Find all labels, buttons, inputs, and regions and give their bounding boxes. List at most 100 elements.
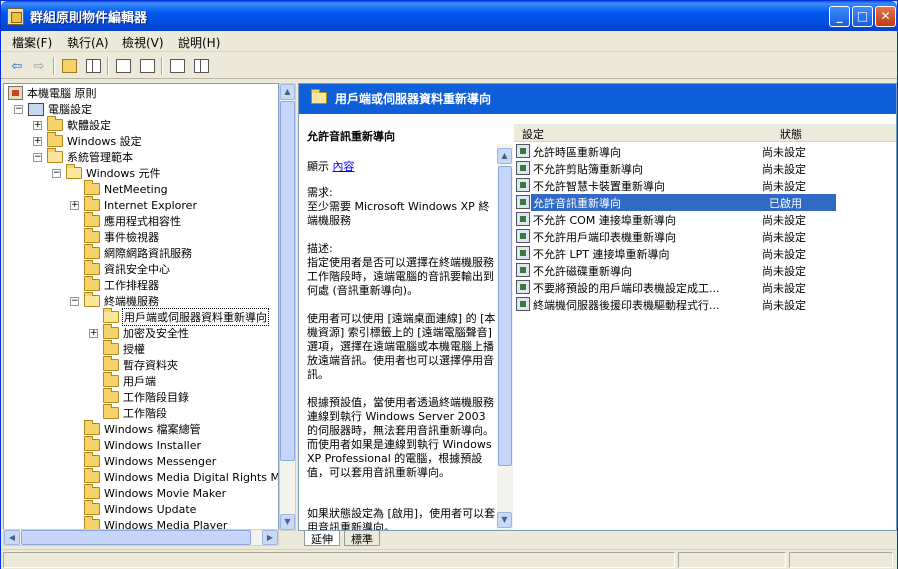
tree-item-netmeeting[interactable]: NetMeeting (84, 180, 168, 197)
tree-item-iis[interactable]: 網際網路資訊服務 (84, 244, 192, 261)
minimize-button[interactable]: _ (829, 6, 850, 27)
column-header-state[interactable]: 狀態 (780, 126, 802, 142)
list-row[interactable]: 不允許剪貼簿重新導向 尚未設定 (514, 160, 896, 177)
tree-label: 軟體設定 (67, 119, 111, 132)
export-list-button[interactable] (137, 56, 157, 76)
menu-action[interactable]: 執行(A) (67, 34, 109, 51)
scrollbar-thumb[interactable] (280, 101, 295, 461)
list-row[interactable]: 不要將預設的用戶端印表機設定成工... 尚未設定 (514, 279, 896, 296)
tree-horizontal-scrollbar[interactable]: ◀ ▶ (3, 529, 279, 546)
folder-icon (84, 420, 100, 435)
tree-label: 工作排程器 (104, 279, 159, 292)
minimize-icon: _ (836, 9, 843, 23)
show-hide-action-pane-button[interactable] (191, 56, 211, 76)
tree-item-windows-installer[interactable]: Windows Installer (84, 436, 201, 453)
properties-button[interactable] (113, 56, 133, 76)
scrollbar-thumb[interactable] (21, 530, 251, 545)
tree-item-windows-update[interactable]: Windows Update (84, 500, 196, 517)
tree-item-session-directory[interactable]: 工作階段目錄 (103, 388, 189, 405)
help-button[interactable] (167, 56, 187, 76)
list-row[interactable]: 不允許磁碟重新導向 尚未設定 (514, 262, 896, 279)
description-scrollbar[interactable]: ▲ ▼ (497, 144, 513, 530)
tree-item-windows-media-drm[interactable]: Windows Media Digital Rights Mana (84, 468, 278, 485)
tree-item-encryption-security[interactable]: 加密及安全性 (103, 324, 189, 341)
scroll-right-icon[interactable]: ▶ (262, 530, 278, 545)
collapse-icon[interactable]: − (33, 153, 42, 162)
column-header-setting[interactable]: 設定 (522, 126, 544, 142)
scroll-left-icon[interactable]: ◀ (4, 530, 20, 545)
tree-item-sessions[interactable]: 工作階段 (103, 404, 167, 421)
maximize-button[interactable]: □ (852, 6, 873, 27)
tree-item-terminal-services[interactable]: 終端機服務 (84, 292, 159, 309)
tree-item-licensing[interactable]: 授權 (103, 340, 145, 357)
expand-icon[interactable]: + (70, 201, 79, 210)
tree-item-software-settings[interactable]: 軟體設定 (47, 116, 111, 133)
list-row-selected[interactable]: 允許音訊重新導向 已啟用 (514, 194, 896, 211)
back-button[interactable]: ⇦ (7, 56, 27, 76)
menu-help[interactable]: 說明(H) (178, 34, 220, 51)
action-pane-icon (193, 59, 209, 73)
close-button[interactable]: ✕ (875, 6, 896, 27)
tree-item-administrative-templates[interactable]: 系統管理範本 (47, 148, 133, 165)
expand-icon[interactable]: + (89, 329, 98, 338)
title-bar[interactable]: 群組原則物件編輯器 _ □ ✕ (1, 1, 897, 31)
properties-link[interactable]: 內容 (333, 160, 355, 173)
list-row[interactable]: 不允許用戶端印表機重新導向 尚未設定 (514, 228, 896, 245)
scroll-down-icon[interactable]: ▼ (497, 512, 512, 528)
collapse-icon[interactable]: − (70, 297, 79, 306)
up-one-level-button[interactable] (59, 56, 79, 76)
gpedit-window: 群組原則物件編輯器 _ □ ✕ 檔案(F) 執行(A) 檢視(V) 說明(H) … (0, 0, 898, 569)
collapse-icon[interactable]: − (52, 169, 61, 178)
tree-item-client[interactable]: 用戶端 (103, 372, 156, 389)
list-row[interactable]: 允許時區重新導向 尚未設定 (514, 143, 896, 160)
tree-item-temporary-folders[interactable]: 暫存資料夾 (103, 356, 178, 373)
list-row[interactable]: 終端機伺服器後援印表機驅動程式行... 尚未設定 (514, 296, 896, 313)
expand-icon[interactable]: + (33, 137, 42, 146)
expand-icon[interactable]: + (33, 121, 42, 130)
list-row[interactable]: 不允許 LPT 連接埠重新導向 尚未設定 (514, 245, 896, 262)
tree-item-windows-movie-maker[interactable]: Windows Movie Maker (84, 484, 226, 501)
setting-name: 允許音訊重新導向 (533, 197, 621, 210)
scrollbar-thumb[interactable] (498, 166, 512, 466)
export-list-icon (139, 59, 155, 73)
tree-item-client-server-redirection[interactable]: 用戶端或伺服器資料重新導向 (103, 308, 269, 326)
tree-label: 用戶端 (123, 375, 156, 388)
tree-item-windows-components[interactable]: Windows 元件 (66, 164, 161, 181)
tree-item-task-scheduler[interactable]: 工作排程器 (84, 276, 159, 293)
folder-icon (103, 324, 119, 339)
list-row[interactable]: 不允許智慧卡裝置重新導向 尚未設定 (514, 177, 896, 194)
tree-item-windows-explorer[interactable]: Windows 檔案總管 (84, 420, 201, 437)
toolbar: ⇦ ⇨ (1, 53, 897, 79)
tree-item-event-viewer[interactable]: 事件檢視器 (84, 228, 159, 245)
menu-file[interactable]: 檔案(F) (12, 34, 52, 51)
tree-item-windows-settings[interactable]: Windows 設定 (47, 132, 142, 149)
setting-name: 不要將預設的用戶端印表機設定成工... (533, 282, 720, 295)
tree-item-windows-messenger[interactable]: Windows Messenger (84, 452, 216, 469)
tree-vertical-scrollbar[interactable]: ▲ ▼ (279, 83, 296, 531)
forward-button[interactable]: ⇨ (29, 56, 49, 76)
forward-arrow-icon: ⇨ (33, 58, 45, 74)
folder-icon (84, 500, 100, 515)
scroll-up-icon[interactable]: ▲ (280, 84, 295, 100)
menu-view[interactable]: 檢視(V) (122, 34, 164, 51)
scroll-up-icon[interactable]: ▲ (497, 148, 512, 164)
details-pane: 用戶端或伺服器資料重新導向 允許音訊重新導向 顯示 內容 需求: 至少需要 Mi… (298, 83, 897, 531)
open-folder-icon (84, 292, 100, 307)
tab-standard[interactable]: 標準 (344, 531, 380, 546)
settings-list[interactable]: 設定 狀態 允許時區重新導向 尚未設定 不允許剪貼簿重新導向 尚未設定 不允許智… (514, 124, 896, 530)
setting-name: 不允許 LPT 連接埠重新導向 (533, 248, 670, 261)
status-panel-main (3, 552, 675, 568)
scroll-down-icon[interactable]: ▼ (280, 514, 295, 530)
collapse-icon[interactable]: − (14, 105, 23, 114)
policy-setting-icon (516, 212, 530, 226)
folder-icon (84, 196, 100, 211)
tree-item-computer-configuration[interactable]: 電腦設定 (28, 101, 92, 117)
list-row[interactable]: 不允許 COM 連接埠重新導向 尚未設定 (514, 211, 896, 228)
console-tree[interactable]: 本機電腦 原則 − 電腦設定 + 軟體設定 + Windows 設定 − 系統管… (3, 83, 279, 531)
tree-item-application-compatibility[interactable]: 應用程式相容性 (84, 212, 181, 229)
tree-item-local-computer-policy[interactable]: 本機電腦 原則 (8, 85, 97, 101)
tree-item-internet-explorer[interactable]: Internet Explorer (84, 196, 197, 213)
tree-item-security-center[interactable]: 資訊安全中心 (84, 260, 170, 277)
tab-extended[interactable]: 延伸 (304, 531, 340, 546)
show-hide-tree-button[interactable] (83, 56, 103, 76)
